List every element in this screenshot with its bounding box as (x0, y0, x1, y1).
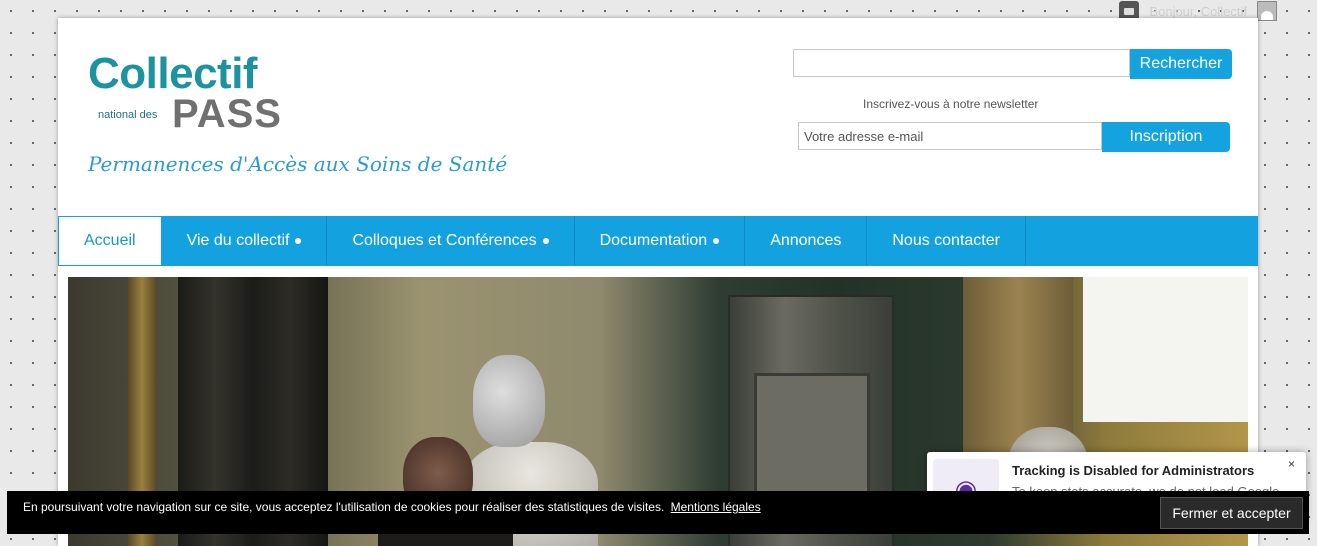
logo-national-text: national des (98, 109, 158, 121)
cookie-banner: En poursuivant votre navigation sur ce s… (7, 491, 1309, 534)
submenu-dot-icon (542, 238, 549, 244)
tracking-notice-title: Tracking is Disabled for Administrators (1012, 463, 1255, 478)
main-nav: Accueil Vie du collectif Colloques et Co… (58, 216, 1258, 266)
logo-wordmark: Collectif (88, 49, 258, 98)
submenu-dot-icon (295, 238, 302, 244)
mentions-legales-link[interactable]: Mentions légales (671, 500, 761, 514)
user-avatar-icon[interactable] (1257, 1, 1277, 21)
nav-item-label: Accueil (84, 232, 136, 249)
nav-item-vie-du-collectif[interactable]: Vie du collectif (162, 216, 328, 266)
newsletter-title: Inscrivez-vous à notre newsletter (863, 97, 1039, 111)
site-logo[interactable]: Collectif national des PASS Permanences … (88, 49, 507, 182)
logo-tagline: Permanences d'Accès aux Soins de Santé (88, 152, 508, 176)
newsletter-subscribe-button[interactable]: Inscription (1102, 122, 1230, 152)
cookie-banner-text-wrap: En poursuivant votre navigation sur ce s… (23, 500, 761, 514)
admin-greeting[interactable]: Bonjour, Collectif (1149, 4, 1247, 19)
submenu-dot-icon (713, 238, 720, 244)
nav-item-label: Colloques et Conférences (352, 232, 537, 249)
nav-item-label: Vie du collectif (186, 232, 290, 249)
nav-item-label: Annonces (770, 232, 842, 249)
nav-item-label: Nous contacter (892, 232, 1000, 249)
cookie-banner-text: En poursuivant votre navigation sur ce s… (23, 500, 665, 514)
hero-bust-head (473, 355, 545, 447)
hero-screen (1083, 277, 1248, 422)
hero-cabinet-panel (754, 373, 870, 499)
close-icon[interactable]: × (1288, 457, 1295, 471)
newsletter-email-field[interactable] (798, 122, 1102, 150)
nav-item-accueil[interactable]: Accueil (58, 216, 162, 266)
nav-item-nous-contacter[interactable]: Nous contacter (867, 216, 1026, 266)
search-form: Rechercher (793, 49, 1232, 79)
nav-item-annonces[interactable]: Annonces (745, 216, 868, 266)
search-button[interactable]: Rechercher (1130, 49, 1232, 79)
nav-item-label: Documentation (599, 232, 708, 249)
search-input[interactable] (793, 49, 1130, 77)
newsletter-form: Inscription (798, 122, 1230, 152)
logo-pass-text: PASS (172, 92, 282, 136)
nav-item-colloques[interactable]: Colloques et Conférences (327, 216, 575, 266)
nav-item-documentation[interactable]: Documentation (575, 216, 746, 266)
cookie-accept-button[interactable]: Fermer et accepter (1160, 497, 1303, 529)
